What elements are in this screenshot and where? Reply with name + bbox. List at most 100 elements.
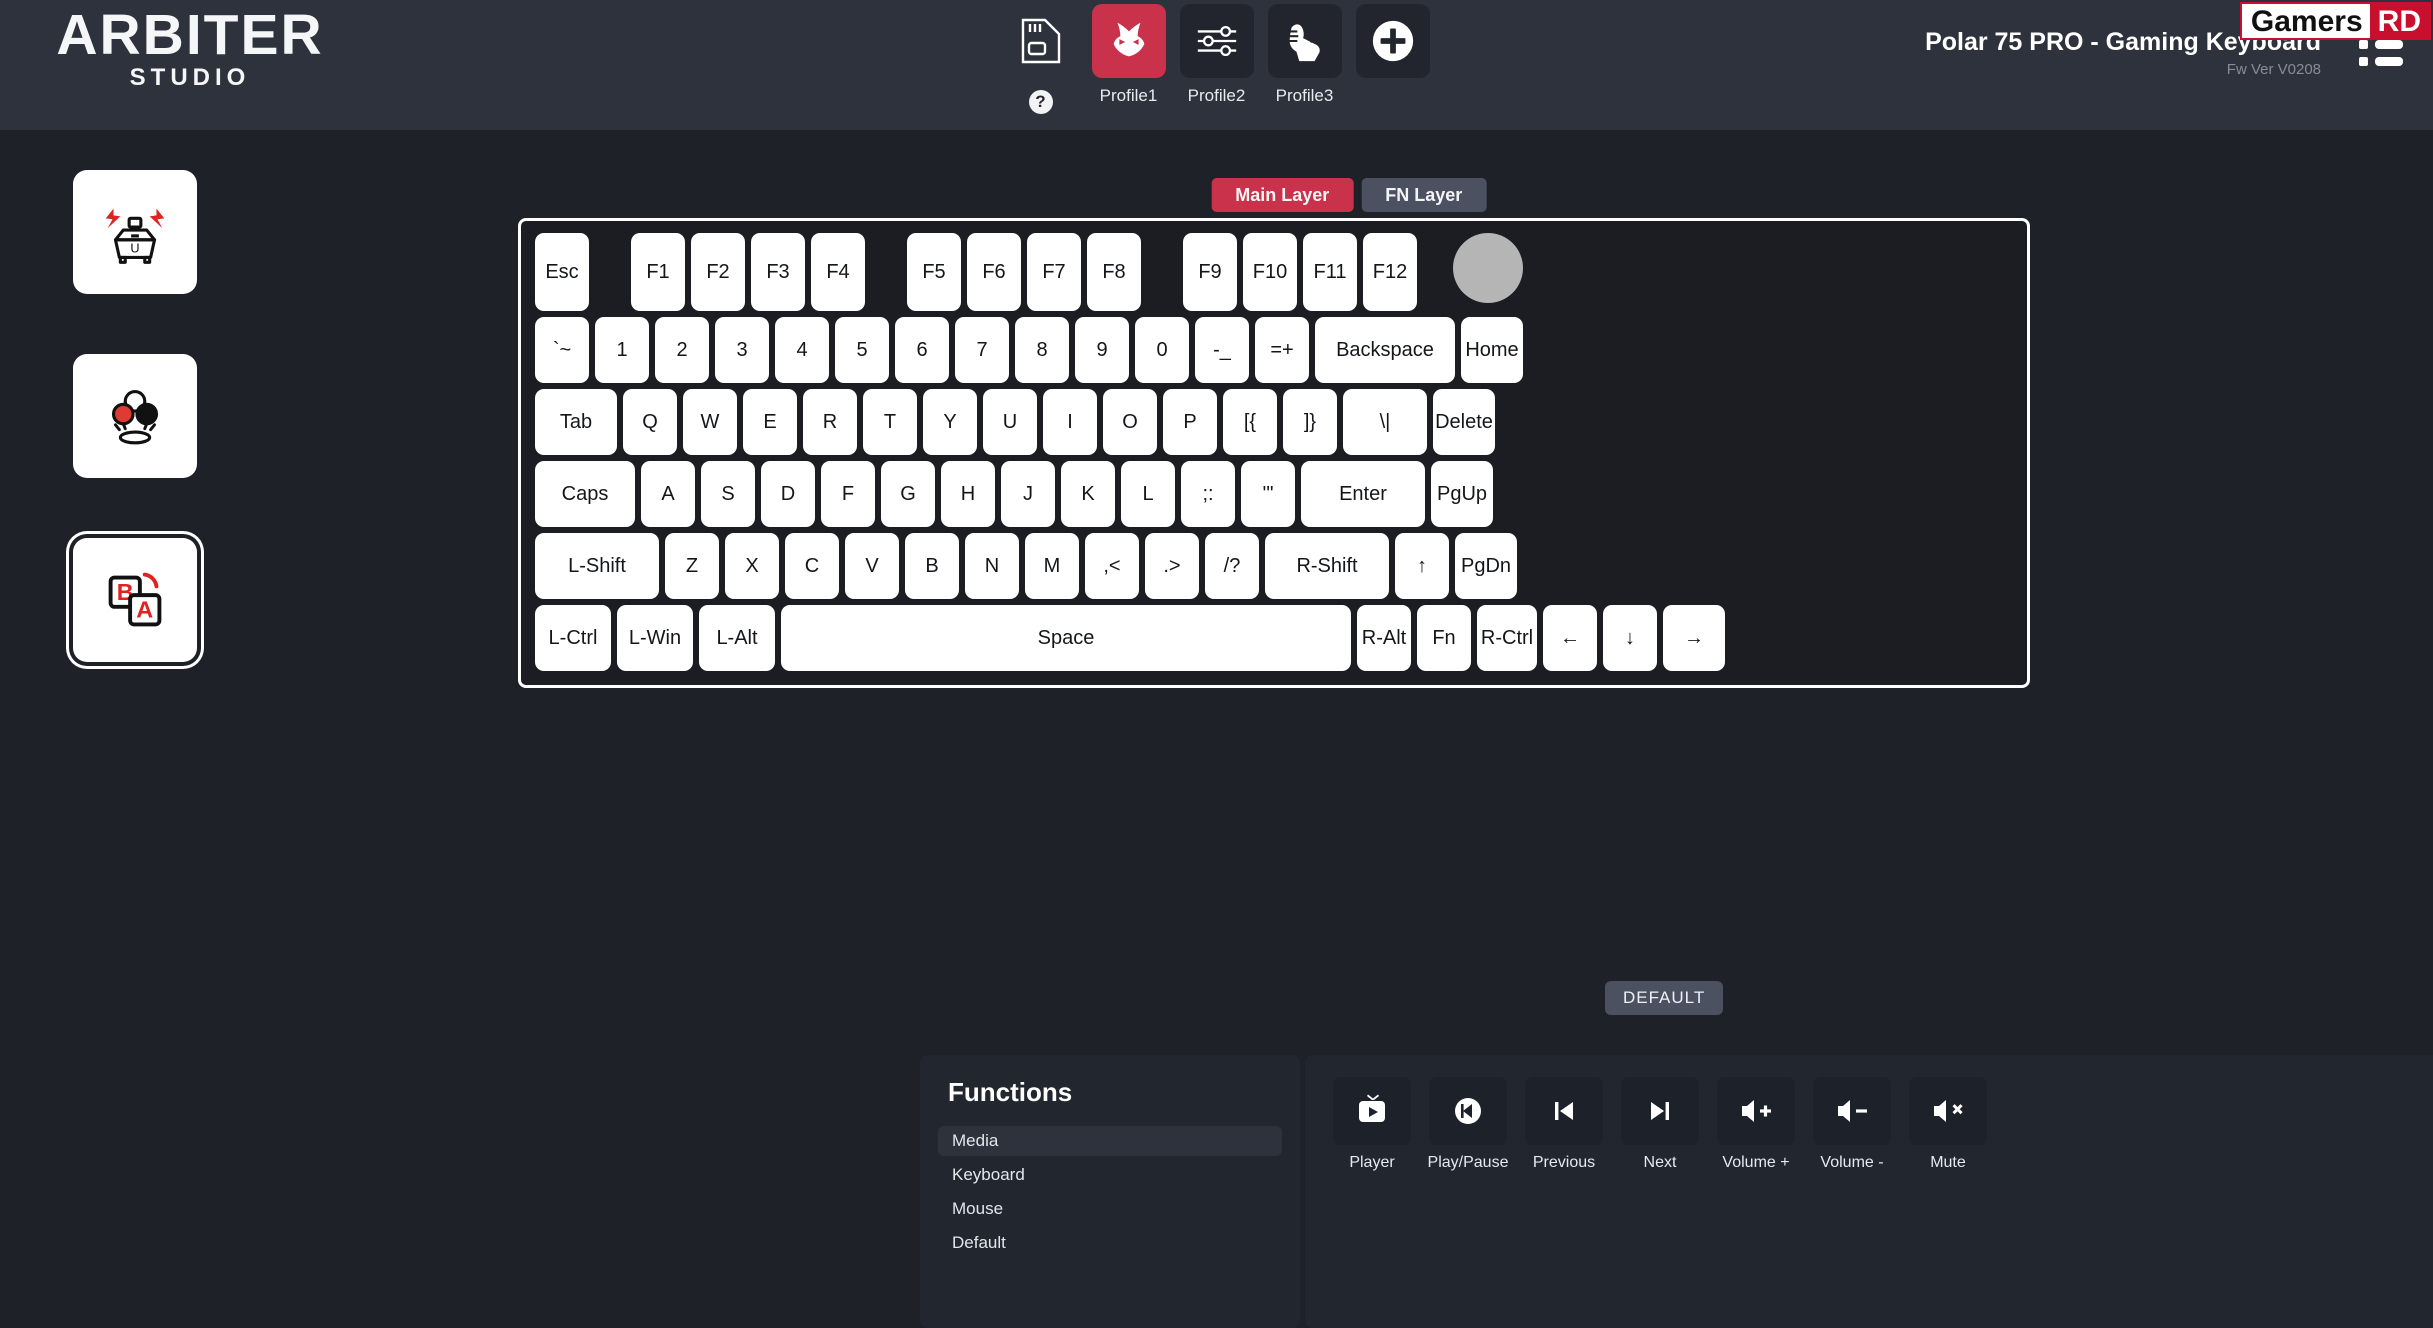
key-f2[interactable]: F2: [691, 233, 745, 311]
key-f8[interactable]: F8: [1087, 233, 1141, 311]
media-button-play-pause[interactable]: Play/Pause: [1428, 1077, 1508, 1172]
key-f[interactable]: F: [821, 461, 875, 527]
key-f4[interactable]: F4: [811, 233, 865, 311]
key-backspace[interactable]: Backspace: [1315, 317, 1455, 383]
key-[interactable]: [{: [1223, 389, 1277, 455]
media-button-next[interactable]: Next: [1621, 1077, 1699, 1172]
key-g[interactable]: G: [881, 461, 935, 527]
key-z[interactable]: Z: [665, 533, 719, 599]
key-fn[interactable]: Fn: [1417, 605, 1471, 671]
rotary-knob[interactable]: [1453, 233, 1523, 303]
key-7[interactable]: 7: [955, 317, 1009, 383]
key-m[interactable]: M: [1025, 533, 1079, 599]
key-i[interactable]: I: [1043, 389, 1097, 455]
key-j[interactable]: J: [1001, 461, 1055, 527]
key-e[interactable]: E: [743, 389, 797, 455]
key-k[interactable]: K: [1061, 461, 1115, 527]
key-u[interactable]: U: [983, 389, 1037, 455]
key-f5[interactable]: F5: [907, 233, 961, 311]
key-q[interactable]: Q: [623, 389, 677, 455]
key-s[interactable]: S: [701, 461, 755, 527]
sd-card-button[interactable]: ?: [1004, 4, 1078, 114]
key-f10[interactable]: F10: [1243, 233, 1297, 311]
key-l[interactable]: L: [1121, 461, 1175, 527]
key-lwin[interactable]: L-Win: [617, 605, 693, 671]
key-a[interactable]: A: [641, 461, 695, 527]
key-n[interactable]: N: [965, 533, 1019, 599]
function-item-default[interactable]: Default: [938, 1228, 1282, 1258]
media-button-previous[interactable]: Previous: [1525, 1077, 1603, 1172]
key-lctrl[interactable]: L-Ctrl: [535, 605, 611, 671]
key-f1[interactable]: F1: [631, 233, 685, 311]
key-2[interactable]: 2: [655, 317, 709, 383]
key-pgdn[interactable]: PgDn: [1455, 533, 1517, 599]
key-f12[interactable]: F12: [1363, 233, 1417, 311]
key-[interactable]: ←: [1543, 605, 1597, 671]
key-delete[interactable]: Delete: [1433, 389, 1495, 455]
function-item-mouse[interactable]: Mouse: [938, 1194, 1282, 1224]
key-[interactable]: ↑: [1395, 533, 1449, 599]
key-space[interactable]: Space: [781, 605, 1351, 671]
key-f3[interactable]: F3: [751, 233, 805, 311]
key-[interactable]: ,<: [1085, 533, 1139, 599]
key-[interactable]: `~: [535, 317, 589, 383]
media-button-volume[interactable]: Volume -: [1813, 1077, 1891, 1172]
key-9[interactable]: 9: [1075, 317, 1129, 383]
profile-item-3[interactable]: Profile3: [1267, 4, 1342, 106]
key-o[interactable]: O: [1103, 389, 1157, 455]
tab-fn-layer[interactable]: FN Layer: [1361, 178, 1487, 212]
key-home[interactable]: Home: [1461, 317, 1523, 383]
key-x[interactable]: X: [725, 533, 779, 599]
hamburger-menu-icon[interactable]: [2359, 40, 2405, 66]
media-button-mute[interactable]: Mute: [1909, 1077, 1987, 1172]
key-6[interactable]: 6: [895, 317, 949, 383]
key-d[interactable]: D: [761, 461, 815, 527]
key-[interactable]: →: [1663, 605, 1725, 671]
key-1[interactable]: 1: [595, 317, 649, 383]
profile-item-2[interactable]: Profile2: [1179, 4, 1254, 106]
key-[interactable]: ]}: [1283, 389, 1337, 455]
key-f9[interactable]: F9: [1183, 233, 1237, 311]
key-[interactable]: .>: [1145, 533, 1199, 599]
help-icon[interactable]: ?: [1028, 90, 1053, 114]
key-esc[interactable]: Esc: [535, 233, 589, 311]
key-b[interactable]: B: [905, 533, 959, 599]
key-[interactable]: \|: [1343, 389, 1427, 455]
key-enter[interactable]: Enter: [1301, 461, 1425, 527]
key-f11[interactable]: F11: [1303, 233, 1357, 311]
function-item-keyboard[interactable]: Keyboard: [938, 1160, 1282, 1190]
key-pgup[interactable]: PgUp: [1431, 461, 1493, 527]
key-caps[interactable]: Caps: [535, 461, 635, 527]
function-item-media[interactable]: Media: [938, 1126, 1282, 1156]
key-5[interactable]: 5: [835, 317, 889, 383]
tab-main-layer[interactable]: Main Layer: [1211, 178, 1354, 212]
key-y[interactable]: Y: [923, 389, 977, 455]
key-w[interactable]: W: [683, 389, 737, 455]
key-8[interactable]: 8: [1015, 317, 1069, 383]
key-[interactable]: -_: [1195, 317, 1249, 383]
key-h[interactable]: H: [941, 461, 995, 527]
key-r[interactable]: R: [803, 389, 857, 455]
key-c[interactable]: C: [785, 533, 839, 599]
key-[interactable]: /?: [1205, 533, 1259, 599]
key-ralt[interactable]: R-Alt: [1357, 605, 1411, 671]
key-4[interactable]: 4: [775, 317, 829, 383]
profile-item-1[interactable]: Profile1: [1091, 4, 1166, 106]
key-v[interactable]: V: [845, 533, 899, 599]
key-lshift[interactable]: L-Shift: [535, 533, 659, 599]
sidebar-item-lighting[interactable]: [73, 354, 197, 478]
media-button-volume[interactable]: Volume +: [1717, 1077, 1795, 1172]
sidebar-item-key-remap[interactable]: B A: [73, 538, 197, 662]
key-[interactable]: =+: [1255, 317, 1309, 383]
key-tab[interactable]: Tab: [535, 389, 617, 455]
key-3[interactable]: 3: [715, 317, 769, 383]
default-button[interactable]: DEFAULT: [1605, 981, 1724, 1015]
key-[interactable]: '": [1241, 461, 1295, 527]
key-lalt[interactable]: L-Alt: [699, 605, 775, 671]
key-t[interactable]: T: [863, 389, 917, 455]
add-profile-button[interactable]: [1355, 4, 1430, 78]
media-button-player[interactable]: Player: [1333, 1077, 1411, 1172]
key-0[interactable]: 0: [1135, 317, 1189, 383]
key-p[interactable]: P: [1163, 389, 1217, 455]
key-rshift[interactable]: R-Shift: [1265, 533, 1389, 599]
